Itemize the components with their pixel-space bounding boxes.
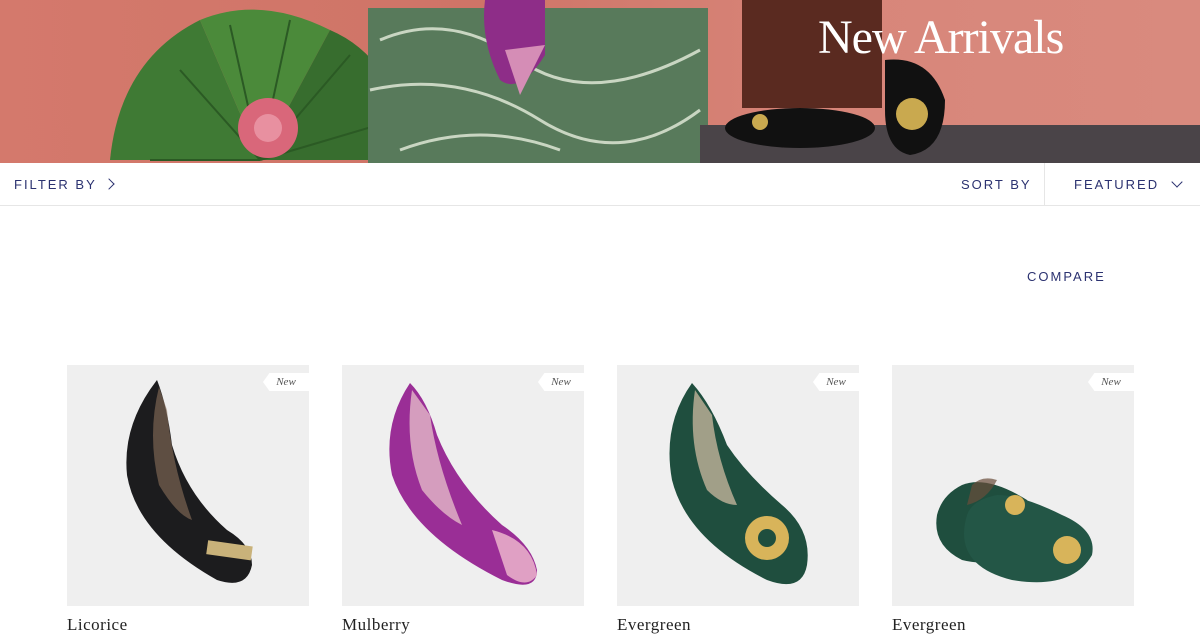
divider — [1044, 163, 1045, 205]
compare-button[interactable]: COMPARE — [1027, 269, 1106, 284]
new-badge: New — [263, 373, 309, 391]
filter-by-label: FILTER BY — [14, 176, 97, 192]
new-badge: New — [538, 373, 584, 391]
product-name[interactable]: Evergreen — [617, 615, 859, 635]
product-image[interactable]: New — [617, 365, 859, 606]
product-card[interactable]: New Evergreen — [617, 365, 859, 635]
embroidery-icon — [1053, 536, 1081, 564]
sort-value: FEATURED — [1074, 176, 1160, 192]
chevron-right-icon — [103, 178, 115, 190]
sort-dropdown[interactable]: FEATURED — [1074, 163, 1183, 205]
sort-by-label: SORT BY — [961, 176, 1032, 192]
page-title: New Arrivals — [818, 11, 1064, 64]
product-card[interactable]: New Licorice — [67, 365, 309, 635]
filter-by-button[interactable]: FILTER BY — [14, 163, 115, 205]
new-badge: New — [813, 373, 859, 391]
chevron-down-icon — [1171, 176, 1183, 188]
product-name[interactable]: Evergreen — [892, 615, 1134, 635]
filter-sort-bar: FILTER BY SORT BY FEATURED — [0, 163, 1200, 206]
product-card[interactable]: New Evergreen — [892, 365, 1134, 635]
hero-banner: New Arrivals — [0, 0, 1200, 163]
new-badge: New — [1088, 373, 1134, 391]
shoe-pointed-flat-image — [389, 383, 537, 585]
product-image[interactable]: New — [342, 365, 584, 606]
product-image[interactable]: New — [67, 365, 309, 606]
shoe-loafer-image — [669, 383, 808, 585]
product-card[interactable]: New Mulberry — [342, 365, 584, 635]
product-name[interactable]: Licorice — [67, 615, 309, 635]
shoe-loafer-pair-image — [936, 478, 1093, 583]
shoe-pointed-flat-image — [126, 380, 253, 583]
hero-loafer-left — [725, 108, 875, 148]
product-name[interactable]: Mulberry — [342, 615, 584, 635]
product-image[interactable]: New — [892, 365, 1134, 606]
